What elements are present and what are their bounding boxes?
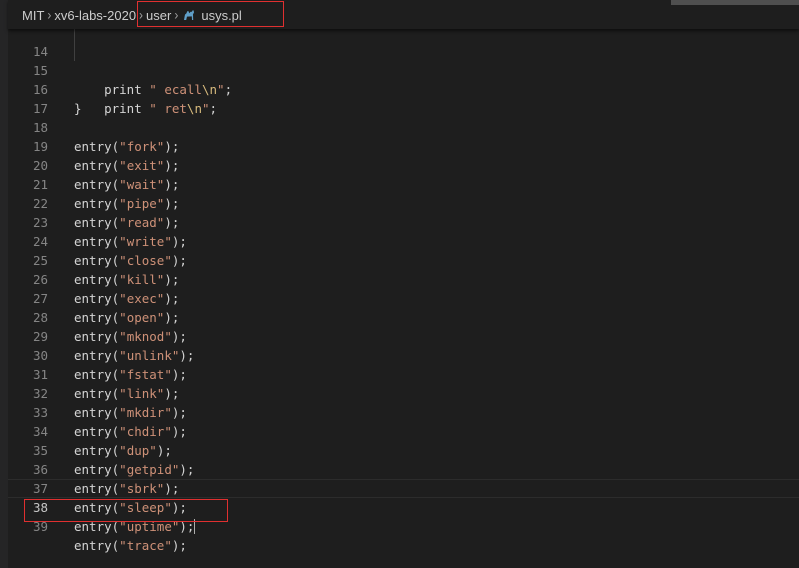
code-line-32: 32 entry("mkdir"); [8,365,799,420]
code-editor[interactable]: 14 print " ecall\n"; 15 print " ret\n"; … [8,23,799,568]
code-line-16: 16 } [8,61,799,116]
breadcrumb: MIT › xv6-labs-2020 › user › usys.pl [22,6,242,24]
chevron-right-icon: › [139,6,144,24]
horizontal-scrollbar-thumb[interactable] [671,0,799,5]
text-cursor [194,519,196,534]
code-line-33: 33 entry("chdir"); [8,384,799,439]
code-line-34: 34 entry("dup"); [8,403,799,458]
breadcrumb-item-xv6-labs[interactable]: xv6-labs-2020 [54,8,136,23]
code-line-28: 28 entry("mknod"); [8,289,799,344]
code-function: entry [74,538,112,553]
breadcrumb-bar: MIT › xv6-labs-2020 › user › usys.pl [8,0,799,29]
code-line-17: 17 [8,80,799,116]
code-line-24: 24 entry("close"); [8,213,799,268]
chevron-right-icon: › [47,6,52,24]
code-function: entry [74,519,112,534]
code-string: "trace" [119,538,172,553]
activity-bar-edge [0,0,8,568]
code-line-27: 27 entry("open"); [8,270,799,325]
code-line-37: 37 entry("sleep"); [8,460,799,515]
code-line-21: 21 entry("pipe"); [8,156,799,211]
code-line-29: 29 entry("unlink"); [8,308,799,363]
code-line-39: 39 entry("trace"); [8,498,799,553]
code-line-30: 30 entry("fstat"); [8,327,799,382]
code-line-36: 36 entry("sbrk"); [8,441,799,496]
perl-camel-icon [184,10,195,20]
code-line-38-current: 38 entry("uptime"); [8,479,799,534]
code-line-20: 20 entry("wait"); [8,137,799,192]
code-line-25: 25 entry("kill"); [8,232,799,287]
code-line-18: 18 entry("fork"); [8,99,799,154]
code-text: entry("trace"); [74,538,187,553]
breadcrumb-item-mit[interactable]: MIT [22,8,44,23]
breadcrumb-file-usys-pl[interactable]: usys.pl [201,8,241,23]
line-number: 39 [32,519,48,534]
code-line-35: 35 entry("getpid"); [8,422,799,477]
indent-guide [74,42,75,61]
code-line-19: 19 entry("exit"); [8,118,799,173]
code-line-31: 31 entry("link"); [8,346,799,401]
code-string: "uptime" [119,519,180,534]
breadcrumb-item-user[interactable]: user [146,8,171,23]
code-line-22: 22 entry("read"); [8,175,799,230]
chevron-right-icon: › [174,6,179,24]
code-line-15: 15 print " ret\n"; [8,42,799,116]
code-text: entry("uptime"); [74,519,196,534]
code-line-23: 23 entry("write"); [8,194,799,249]
code-line-26: 26 entry("exec"); [8,251,799,306]
